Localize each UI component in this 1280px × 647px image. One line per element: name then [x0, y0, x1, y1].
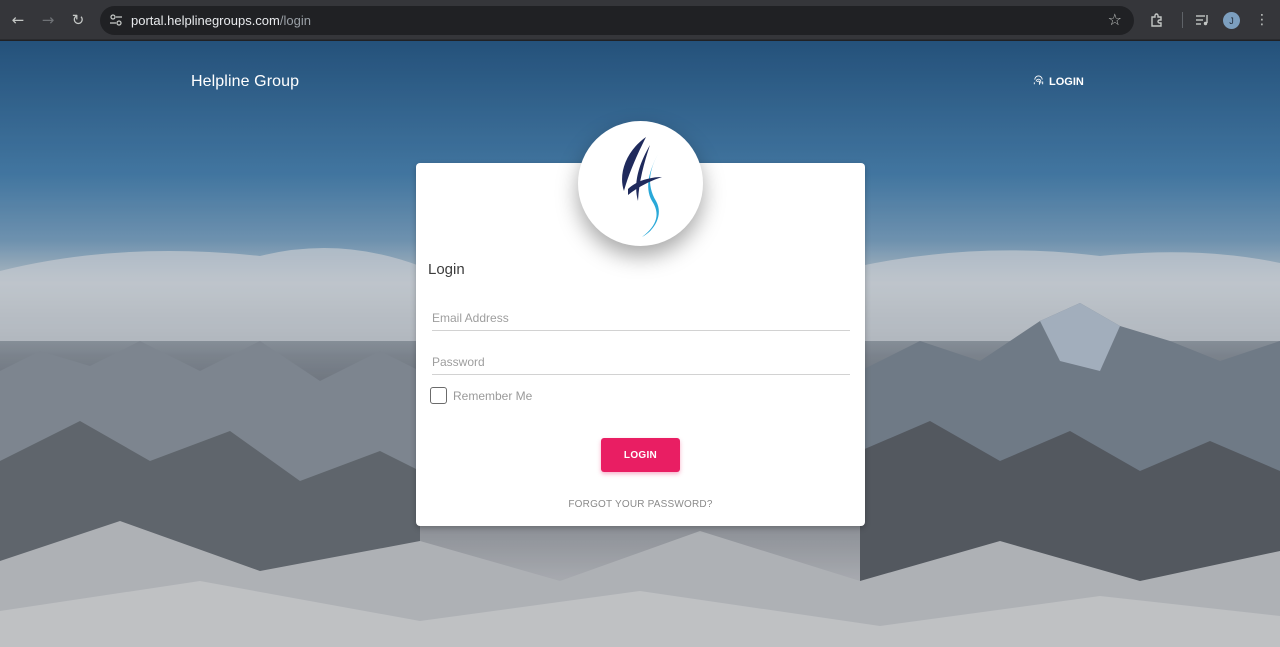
email-field[interactable]: [432, 305, 850, 331]
url-host: portal.helplinegroups.com: [131, 13, 280, 28]
brand-name[interactable]: Helpline Group: [191, 73, 299, 91]
reload-icon[interactable]: ↻: [68, 10, 88, 30]
back-arrow-icon[interactable]: ←: [8, 10, 28, 30]
more-menu-icon[interactable]: ⋮: [1252, 10, 1272, 30]
login-button[interactable]: LOGIN: [601, 438, 680, 472]
header-login-label: LOGIN: [1049, 75, 1084, 88]
password-field[interactable]: [432, 349, 850, 375]
browser-toolbar: ← → ↻ portal.helplinegroups.com/login ☆ …: [0, 0, 1280, 40]
address-bar[interactable]: portal.helplinegroups.com/login ☆: [100, 6, 1134, 35]
remember-me[interactable]: Remember Me: [430, 387, 532, 404]
header-login-link[interactable]: LOGIN: [1032, 75, 1084, 88]
remember-me-checkbox[interactable]: [430, 387, 447, 404]
helpline-logo: [578, 121, 703, 246]
profile-avatar[interactable]: J: [1223, 12, 1240, 29]
forward-arrow-icon[interactable]: →: [38, 10, 58, 30]
fingerprint-icon: [1033, 75, 1044, 85]
extensions-icon[interactable]: [1147, 10, 1167, 30]
logo-mark-icon: [621, 136, 662, 237]
login-title: Login: [428, 261, 465, 278]
toolbar-divider: [1182, 12, 1183, 28]
site-settings-icon[interactable]: [108, 12, 124, 28]
remember-me-label: Remember Me: [453, 388, 533, 403]
star-icon[interactable]: ☆: [1108, 10, 1122, 29]
media-controls-icon[interactable]: [1192, 10, 1212, 30]
login-page: Helpline Group LOGIN Login Remember Me L…: [0, 41, 1280, 647]
url-path: /login: [279, 13, 311, 28]
forgot-password-link[interactable]: FORGOT YOUR PASSWORD?: [416, 499, 865, 510]
url-text[interactable]: portal.helplinegroups.com/login: [131, 13, 311, 28]
